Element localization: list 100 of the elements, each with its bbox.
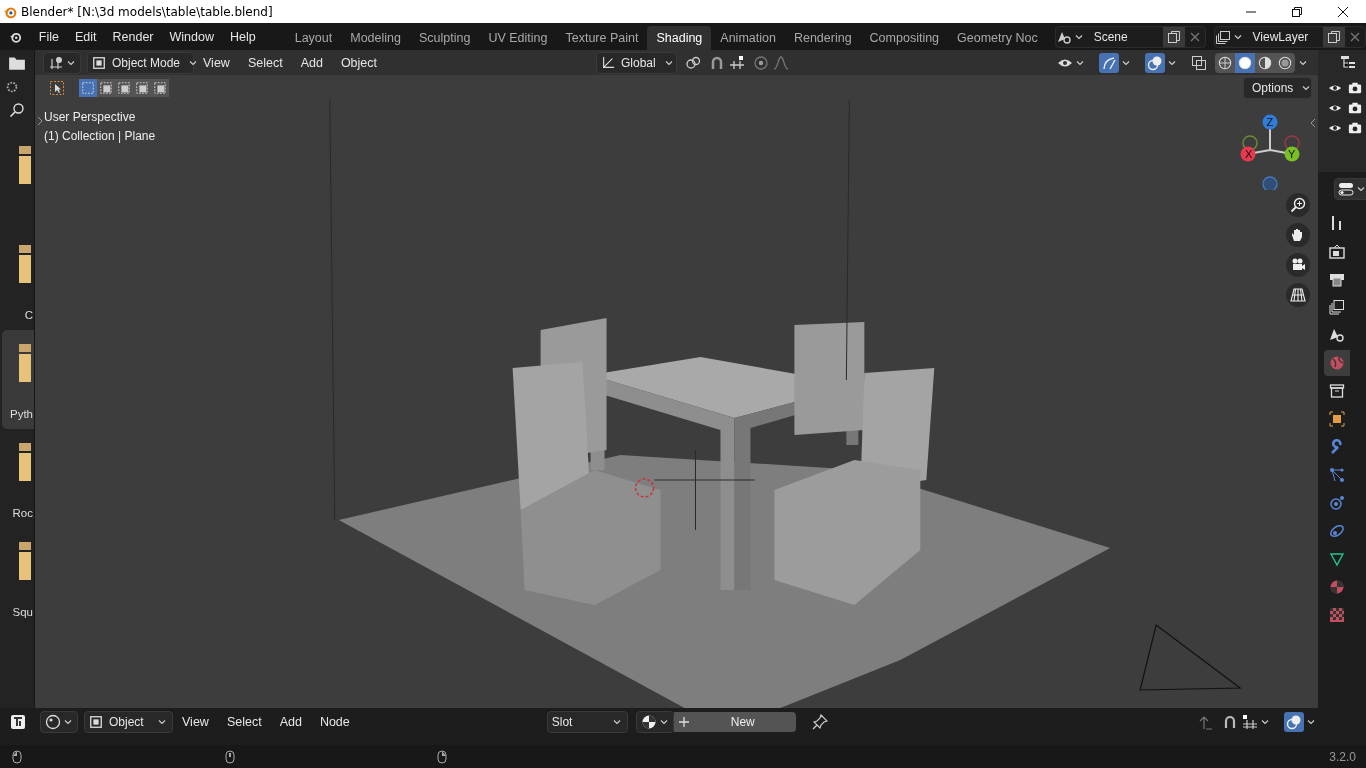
- material-browse-button[interactable]: [635, 710, 674, 733]
- workspace-tab[interactable]: Sculpting: [409, 26, 480, 50]
- asset-label: Roc: [12, 506, 33, 520]
- axes-icon: [601, 55, 615, 70]
- shading-mode-button[interactable]: [1235, 52, 1255, 73]
- mouse-icon: [12, 749, 22, 764]
- image-stack-icon: [1214, 28, 1231, 45]
- caret-icon: [1357, 185, 1365, 193]
- caret-icon: [1076, 58, 1084, 67]
- asset-label: Squ: [12, 605, 33, 619]
- workspace-tab[interactable]: Shading: [647, 26, 712, 50]
- snap-grid-icon[interactable]: [729, 54, 745, 71]
- search-icon[interactable]: [9, 102, 25, 118]
- select-cursor-icon[interactable]: [49, 79, 65, 96]
- view-layer-selector[interactable]: ViewLayer: [1213, 25, 1366, 48]
- workspace-tab[interactable]: Texture Paint: [556, 26, 648, 50]
- mouse-icon: [225, 749, 235, 764]
- pivot-icon[interactable]: [685, 54, 701, 71]
- caret-icon: [612, 717, 621, 726]
- editor-type-button[interactable]: [1334, 178, 1366, 200]
- orientation-dropdown[interactable]: Global: [596, 51, 677, 74]
- duplicate-icon[interactable]: [1162, 26, 1185, 47]
- caret-icon: [1307, 717, 1315, 726]
- movie-camera-icon: [1290, 257, 1306, 273]
- asset-tile[interactable]: Squ: [2, 528, 34, 627]
- new-material-button[interactable]: New: [673, 711, 796, 732]
- version-text: 3.2.0: [1329, 749, 1356, 764]
- menu-item[interactable]: Render: [104, 29, 162, 44]
- shading-mode-button[interactable]: [1275, 52, 1295, 73]
- caret-icon: [1168, 58, 1176, 67]
- snap-grid-icon[interactable]: [1242, 713, 1258, 730]
- node-editor-icon[interactable]: [10, 713, 26, 730]
- asset-tile[interactable]: C: [2, 231, 34, 330]
- close-icon[interactable]: [1337, 5, 1349, 18]
- navigation-gizmo-drawing[interactable]: X Y Z: [1230, 110, 1310, 190]
- caret-icon: [158, 717, 166, 726]
- restore-icon[interactable]: [1291, 5, 1303, 18]
- caret-icon: [67, 58, 75, 67]
- menu-item[interactable]: Window: [161, 29, 222, 44]
- camera-icon[interactable]: [1348, 121, 1362, 135]
- context-text: (1) Collection | Plane: [44, 129, 156, 143]
- folder-icon[interactable]: [8, 54, 26, 72]
- header-menu[interactable]: Node: [310, 714, 359, 729]
- slot-dropdown[interactable]: Slot: [546, 710, 628, 733]
- gizmo-toggle[interactable]: [1099, 52, 1119, 73]
- outliner-list-icon[interactable]: [1340, 54, 1356, 70]
- header-menu[interactable]: Add: [291, 55, 332, 70]
- header-menu[interactable]: Add: [270, 714, 311, 729]
- menu-item[interactable]: Help: [222, 29, 264, 44]
- overlay-toggle[interactable]: [1145, 52, 1165, 73]
- caret-icon: [1261, 717, 1269, 726]
- book-icon: [19, 344, 31, 382]
- scene-selector[interactable]: Scene: [1054, 25, 1206, 48]
- overlay-circles-icon: [1147, 54, 1163, 71]
- material-sphere-icon: [640, 713, 657, 730]
- xray-icon[interactable]: [1191, 54, 1207, 71]
- menu-item[interactable]: Edit: [66, 29, 105, 44]
- shading-mode-button[interactable]: [1215, 52, 1235, 73]
- grid-icon: [1290, 287, 1306, 303]
- camera-icon[interactable]: [1348, 101, 1362, 115]
- workspace-tab[interactable]: Geometry Noc: [948, 26, 1047, 50]
- magnet-icon[interactable]: [1222, 713, 1238, 730]
- asset-tile[interactable]: Roc: [2, 429, 34, 528]
- book-icon: [19, 245, 31, 283]
- magnet-icon[interactable]: [709, 54, 725, 71]
- camera-icon[interactable]: [1348, 81, 1362, 95]
- window-title: Blender* [N:\3d models\table\table.blend]: [21, 4, 273, 19]
- workspace-tab[interactable]: Animation: [711, 26, 785, 50]
- overlay-toggle[interactable]: [1284, 711, 1304, 732]
- proportional-edit-icon[interactable]: [753, 54, 769, 71]
- pin-icon[interactable]: [811, 713, 828, 730]
- plus-icon: [677, 715, 690, 728]
- shader-type-dropdown[interactable]: Object: [84, 710, 173, 733]
- workspace-tab[interactable]: UV Editing: [479, 26, 557, 50]
- caret-icon: [1299, 58, 1307, 67]
- shading-mode-button[interactable]: [1255, 52, 1275, 73]
- book-icon: [19, 146, 31, 184]
- header-menu[interactable]: Object: [331, 55, 386, 70]
- caret-icon: [1074, 32, 1083, 41]
- options-dropdown[interactable]: Options: [1243, 76, 1312, 99]
- header-menu[interactable]: Select: [217, 714, 271, 729]
- workspace-tab[interactable]: Compositing: [860, 26, 949, 50]
- duplicate-icon[interactable]: [1323, 26, 1345, 47]
- workspace-tab[interactable]: Layout: [285, 26, 342, 50]
- menu-item[interactable]: File: [30, 29, 67, 44]
- workspace-tab[interactable]: Rendering: [784, 26, 861, 50]
- object-type-dropdown[interactable]: [40, 710, 78, 733]
- zoom-in-icon: [1290, 197, 1306, 213]
- overlay-circles-icon: [1286, 713, 1302, 730]
- editor-type-button[interactable]: [43, 51, 81, 74]
- workspace-tab[interactable]: Modeling: [341, 26, 410, 50]
- falloff-curve-icon[interactable]: [773, 54, 789, 71]
- mode-dropdown[interactable]: Object Mode: [87, 51, 194, 74]
- caret-icon: [1302, 83, 1311, 92]
- view-name: User Perspective: [44, 110, 137, 124]
- header-menu[interactable]: Select: [238, 55, 292, 70]
- caret-icon: [189, 58, 198, 67]
- header-menu[interactable]: View: [194, 55, 239, 70]
- asset-tile[interactable]: Pyth: [2, 330, 34, 429]
- header-menu[interactable]: View: [173, 714, 218, 729]
